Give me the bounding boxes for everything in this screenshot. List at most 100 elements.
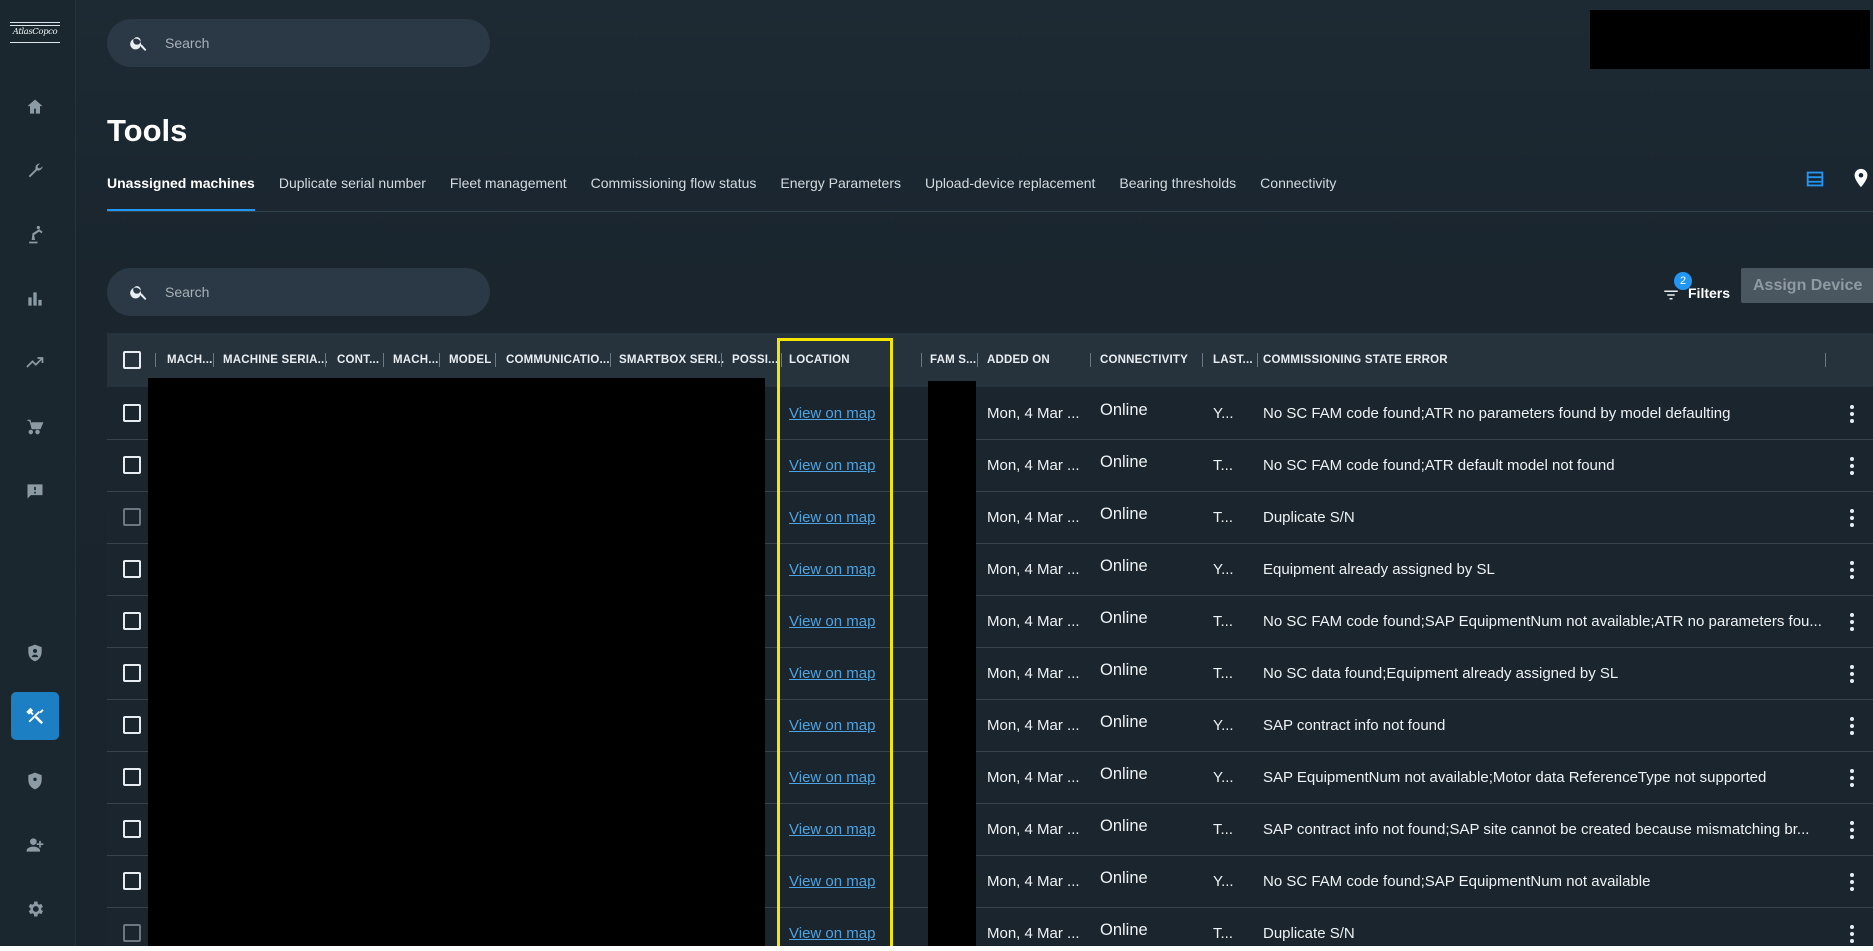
- commissioning-error-cell: SAP EquipmentNum not available;Motor dat…: [1263, 769, 1767, 786]
- row-actions-menu[interactable]: [1844, 664, 1860, 684]
- added-on-cell: Mon, 4 Mar ...: [987, 665, 1080, 682]
- col-location[interactable]: LOCATION: [789, 333, 879, 387]
- trend-icon: [26, 357, 44, 368]
- added-on-cell: Mon, 4 Mar ...: [987, 717, 1080, 734]
- sidebar-item-settings[interactable]: [22, 896, 48, 922]
- sidebar-item-tools[interactable]: [11, 692, 59, 740]
- last-cell: Y...: [1213, 769, 1234, 786]
- row-checkbox[interactable]: [123, 768, 141, 786]
- col-last[interactable]: LAST...: [1213, 333, 1257, 387]
- col-commissioning-state-error[interactable]: COMMISSIONING STATE ERROR: [1263, 333, 1563, 387]
- view-on-map-link[interactable]: View on map: [789, 873, 875, 890]
- view-on-map-link[interactable]: View on map: [789, 925, 875, 942]
- machines-table: MACH... MACHINE SERIA... CONT... MACH...…: [107, 333, 1873, 946]
- tab-duplicate-serial-number[interactable]: Duplicate serial number: [267, 172, 438, 212]
- commissioning-error-cell: Duplicate S/N: [1263, 509, 1355, 526]
- sidebar-item-users[interactable]: [22, 832, 48, 858]
- tab-bar: Unassigned machines Duplicate serial num…: [107, 172, 1348, 212]
- row-actions-menu[interactable]: [1844, 716, 1860, 736]
- row-actions-menu[interactable]: [1844, 612, 1860, 632]
- row-actions-menu[interactable]: [1844, 404, 1860, 424]
- search-icon: [130, 37, 147, 51]
- tab-connectivity[interactable]: Connectivity: [1248, 172, 1348, 212]
- row-actions-menu[interactable]: [1844, 820, 1860, 840]
- brand-logo[interactable]: AtlasCopco: [10, 22, 60, 44]
- row-actions-menu[interactable]: [1844, 768, 1860, 788]
- more-vertical-icon: [1850, 873, 1854, 891]
- location-cell: View on map: [789, 752, 889, 803]
- row-checkbox[interactable]: [123, 820, 141, 838]
- tab-fleet-management[interactable]: Fleet management: [438, 172, 579, 212]
- bar-chart-icon: [28, 292, 42, 306]
- sidebar-item-analytics[interactable]: [22, 286, 48, 312]
- filters-button[interactable]: 2 Filters: [1662, 272, 1730, 308]
- location-cell: View on map: [789, 908, 889, 946]
- location-cell: View on map: [789, 388, 889, 439]
- table-search: [107, 268, 490, 316]
- sidebar-item-shop[interactable]: [22, 414, 48, 440]
- connectivity-cell: Online: [1100, 453, 1148, 471]
- global-search-input[interactable]: [163, 34, 427, 52]
- tab-commissioning-flow-status[interactable]: Commissioning flow status: [579, 172, 769, 212]
- col-added-on[interactable]: ADDED ON: [987, 333, 1087, 387]
- row-checkbox[interactable]: [123, 612, 141, 630]
- tab-unassigned-machines[interactable]: Unassigned machines: [107, 172, 267, 212]
- more-vertical-icon: [1850, 509, 1854, 527]
- list-view-toggle[interactable]: [1804, 168, 1826, 190]
- feedback-icon: [27, 484, 43, 499]
- home-icon: [27, 99, 43, 114]
- select-all-checkbox[interactable]: [123, 351, 141, 369]
- tab-energy-parameters[interactable]: Energy Parameters: [768, 172, 913, 212]
- assign-device-button[interactable]: Assign Device: [1741, 268, 1873, 303]
- view-on-map-link[interactable]: View on map: [789, 613, 875, 630]
- last-cell: T...: [1213, 821, 1234, 838]
- row-checkbox[interactable]: [123, 664, 141, 682]
- row-actions-menu[interactable]: [1844, 872, 1860, 892]
- wrench-icon: [28, 163, 43, 178]
- sidebar-item-trends[interactable]: [22, 350, 48, 376]
- col-fam[interactable]: FAM S...: [930, 333, 978, 387]
- sidebar-item-automation[interactable]: [22, 222, 48, 248]
- row-actions-menu[interactable]: [1844, 456, 1860, 476]
- table-search-input[interactable]: [163, 283, 427, 301]
- view-on-map-link[interactable]: View on map: [789, 769, 875, 786]
- location-cell: View on map: [789, 700, 889, 751]
- view-on-map-link[interactable]: View on map: [789, 821, 875, 838]
- sidebar-item-security-users[interactable]: [22, 640, 48, 666]
- connectivity-cell: Online: [1100, 401, 1148, 419]
- view-on-map-link[interactable]: View on map: [789, 509, 875, 526]
- tab-bearing-thresholds[interactable]: Bearing thresholds: [1107, 172, 1248, 212]
- sidebar-item-maintenance[interactable]: [22, 158, 48, 184]
- view-on-map-link[interactable]: View on map: [789, 717, 875, 734]
- row-checkbox[interactable]: [123, 456, 141, 474]
- row-actions-menu[interactable]: [1844, 560, 1860, 580]
- view-on-map-link[interactable]: View on map: [789, 405, 875, 422]
- commissioning-error-cell: No SC FAM code found;SAP EquipmentNum no…: [1263, 873, 1651, 890]
- sidebar-item-security[interactable]: [22, 768, 48, 794]
- last-cell: Y...: [1213, 717, 1234, 734]
- view-on-map-link[interactable]: View on map: [789, 561, 875, 578]
- sidebar-item-home[interactable]: [22, 94, 48, 120]
- row-checkbox[interactable]: [123, 872, 141, 890]
- row-actions-menu[interactable]: [1844, 508, 1860, 528]
- col-connectivity[interactable]: CONNECTIVITY: [1100, 333, 1200, 387]
- row-checkbox[interactable]: [123, 924, 141, 942]
- view-on-map-link[interactable]: View on map: [789, 665, 875, 682]
- row-checkbox[interactable]: [123, 508, 141, 526]
- add-user-icon: [26, 838, 44, 852]
- row-checkbox[interactable]: [123, 716, 141, 734]
- more-vertical-icon: [1850, 561, 1854, 579]
- tab-upload-device-replacement[interactable]: Upload-device replacement: [913, 172, 1107, 212]
- added-on-cell: Mon, 4 Mar ...: [987, 509, 1080, 526]
- added-on-cell: Mon, 4 Mar ...: [987, 925, 1080, 942]
- row-checkbox[interactable]: [123, 560, 141, 578]
- connectivity-cell: Online: [1100, 921, 1148, 939]
- map-view-toggle[interactable]: [1850, 166, 1872, 190]
- row-actions-menu[interactable]: [1844, 924, 1860, 944]
- view-on-map-link[interactable]: View on map: [789, 457, 875, 474]
- list-view-icon: [1806, 171, 1824, 187]
- commissioning-error-cell: No SC FAM code found;ATR no parameters f…: [1263, 405, 1731, 422]
- last-cell: Y...: [1213, 561, 1234, 578]
- row-checkbox[interactable]: [123, 404, 141, 422]
- sidebar-item-feedback[interactable]: [22, 478, 48, 504]
